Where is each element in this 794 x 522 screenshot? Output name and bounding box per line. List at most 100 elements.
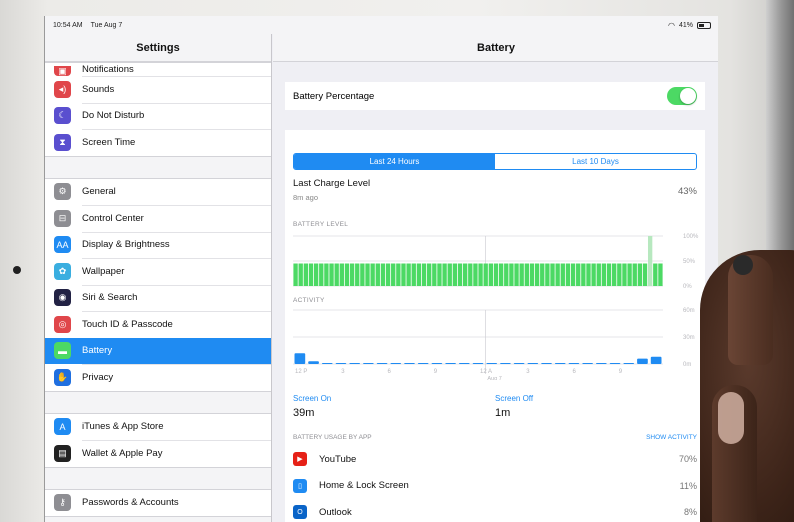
sidebar-item-display-brightness[interactable]: AA Display & Brightness [45, 231, 271, 259]
sidebar-item-notifications[interactable]: ▣ Notifications [45, 63, 271, 76]
battery-level-bar [380, 263, 386, 286]
battery-percentage-label: Battery Percentage [293, 90, 375, 102]
sidebar-item-label: Passwords & Accounts [82, 497, 179, 509]
fingerprint-icon: ◎ [54, 315, 71, 333]
home-screen-icon: ▯ [293, 478, 307, 493]
battery-level-bar [504, 263, 509, 286]
battery-level-bar [519, 263, 524, 286]
sidebar-item-privacy[interactable]: ✋ Privacy [45, 364, 271, 391]
battery-level-chart: 100% 50% 0% [293, 234, 699, 290]
sidebar-item-itunes-app-store[interactable]: AiTunes & App Store [45, 414, 271, 441]
battery-level-bar [524, 263, 529, 286]
status-date: Tue Aug 7 [90, 21, 123, 29]
activity-bar [554, 363, 566, 364]
battery-level-bar [355, 263, 360, 286]
battery-level-bar [427, 263, 432, 286]
battery-level-bar [396, 263, 401, 286]
activity-x-sublabel: Aug 7 [487, 376, 501, 380]
battery-level-bar [653, 263, 658, 286]
tab-last-10-days[interactable]: Last 10 Days [495, 154, 696, 169]
last-charge-label: Last Charge Level [293, 178, 371, 189]
activity-bar [404, 363, 415, 364]
activity-x-tick: 6 [388, 369, 392, 375]
app-usage-row[interactable]: ▶ YouTube 70% [293, 446, 697, 472]
tab-last-24-hours[interactable]: Last 24 Hours [294, 154, 495, 169]
sidebar-item-sounds[interactable]: ◂) Sounds [45, 76, 271, 103]
fingertip-photo [733, 255, 753, 275]
moon-icon: ☾ [54, 107, 71, 125]
battery-percentage-row: Battery Percentage [285, 82, 705, 110]
battery-percentage-toggle[interactable] [667, 87, 697, 105]
app-usage-percent: 70% [678, 454, 697, 464]
battery-level-bar [293, 263, 298, 286]
device-screen: 10:54 AM Tue Aug 7 ◠ 41% Settings ▣ Notif… [44, 16, 718, 522]
battery-level-bar [462, 263, 468, 286]
battery-level-bar [622, 263, 627, 286]
sidebar-item-control-center[interactable]: ⊟ Control Center [45, 205, 271, 232]
hand-icon: ✋ [54, 368, 71, 386]
sidebar-item-passwords-accounts[interactable]: ⚷ Passwords & Accounts [45, 490, 271, 517]
gear-icon: ⚙ [54, 183, 71, 201]
speaker-icon: ◂) [54, 80, 71, 98]
sidebar-item-do-not-disturb[interactable]: ☾ Do Not Disturb [45, 102, 271, 130]
activity-bar [363, 363, 374, 364]
battery-usage-card: Last 24 Hours Last 10 Days Last Charge L… [285, 130, 705, 522]
wifi-icon: ◠ [668, 20, 675, 30]
app-usage-percent: 11% [679, 480, 697, 491]
battery-level-bar [509, 263, 514, 286]
sidebar-groups: ▣ Notifications ◂) Sounds ☾ Do Not Disturb ⧗ Sc… [45, 62, 271, 517]
last-charge-time: 8m ago [293, 193, 319, 202]
app-usage-row[interactable]: O Outlook 8% [293, 499, 697, 522]
battery-level-bar [370, 263, 375, 286]
sidebar-item-touch-id-passcode[interactable]: ◎ Touch ID & Passcode [45, 311, 271, 338]
show-activity-button[interactable]: SHOW ACTIVITY [646, 434, 697, 441]
last-charge-value: 43% [677, 186, 697, 197]
sidebar-item-wallpaper[interactable]: ✿ Wallpaper [45, 258, 271, 285]
sidebar-item-siri-search[interactable]: ◉ Siri & Search [45, 284, 271, 312]
app-store-icon: A [54, 418, 71, 436]
status-bar: 10:54 AM Tue Aug 7 ◠ 41% [45, 16, 718, 34]
battery-level-bar [401, 263, 406, 286]
time-range-segmented-control: Last 24 Hours Last 10 Days [293, 153, 697, 170]
app-usage-row[interactable]: ▯ Home & Lock Screen 11% [293, 473, 697, 499]
activity-y-tick: 60m [683, 308, 695, 314]
battery-level-bar [473, 263, 478, 286]
sidebar-item-screen-time[interactable]: ⧗ Screen Time [45, 129, 271, 156]
outlook-icon: O [293, 505, 307, 519]
battery-level-bar [334, 263, 339, 286]
wallet-icon: ▤ [54, 444, 71, 462]
activity-bar [445, 363, 456, 364]
battery-level-bar [606, 263, 612, 286]
sidebar-item-label: Battery [82, 345, 113, 357]
battery-level-bar [339, 263, 344, 286]
sidebar-item-general[interactable]: ⚙ General [45, 179, 271, 206]
battery-level-bar [375, 263, 380, 286]
siri-icon: ◉ [54, 289, 71, 307]
notifications-icon: ▣ [54, 66, 71, 76]
battery-level-bar [591, 263, 596, 286]
activity-bar [335, 363, 347, 364]
status-battery-percent: 41% [678, 21, 693, 29]
activity-bar [349, 363, 361, 364]
battery-level-bar [498, 263, 504, 286]
app-name: Outlook [319, 506, 352, 518]
battery-level-bar [432, 263, 437, 286]
activity-bar [431, 363, 443, 364]
battery-level-bar [488, 263, 494, 286]
battery-level-label: BATTERY LEVEL [293, 221, 349, 228]
sidebar-item-label: Siri & Search [82, 292, 138, 304]
app-name: YouTube [319, 453, 357, 465]
battery-level-bar [452, 263, 458, 286]
activity-bar [623, 363, 635, 364]
activity-bar [458, 363, 470, 364]
battery-y-tick: 50% [683, 259, 696, 265]
sidebar-item-label: Wallpaper [82, 265, 125, 277]
battery-level-bar [457, 263, 463, 286]
activity-bar [637, 358, 648, 364]
battery-level-bar [406, 263, 411, 286]
battery-status-icon [697, 21, 711, 29]
sidebar-item-wallet-apple-pay[interactable]: ▤ Wallet & Apple Pay [45, 440, 271, 467]
sidebar-item-battery[interactable]: ▬ Battery [45, 337, 271, 364]
